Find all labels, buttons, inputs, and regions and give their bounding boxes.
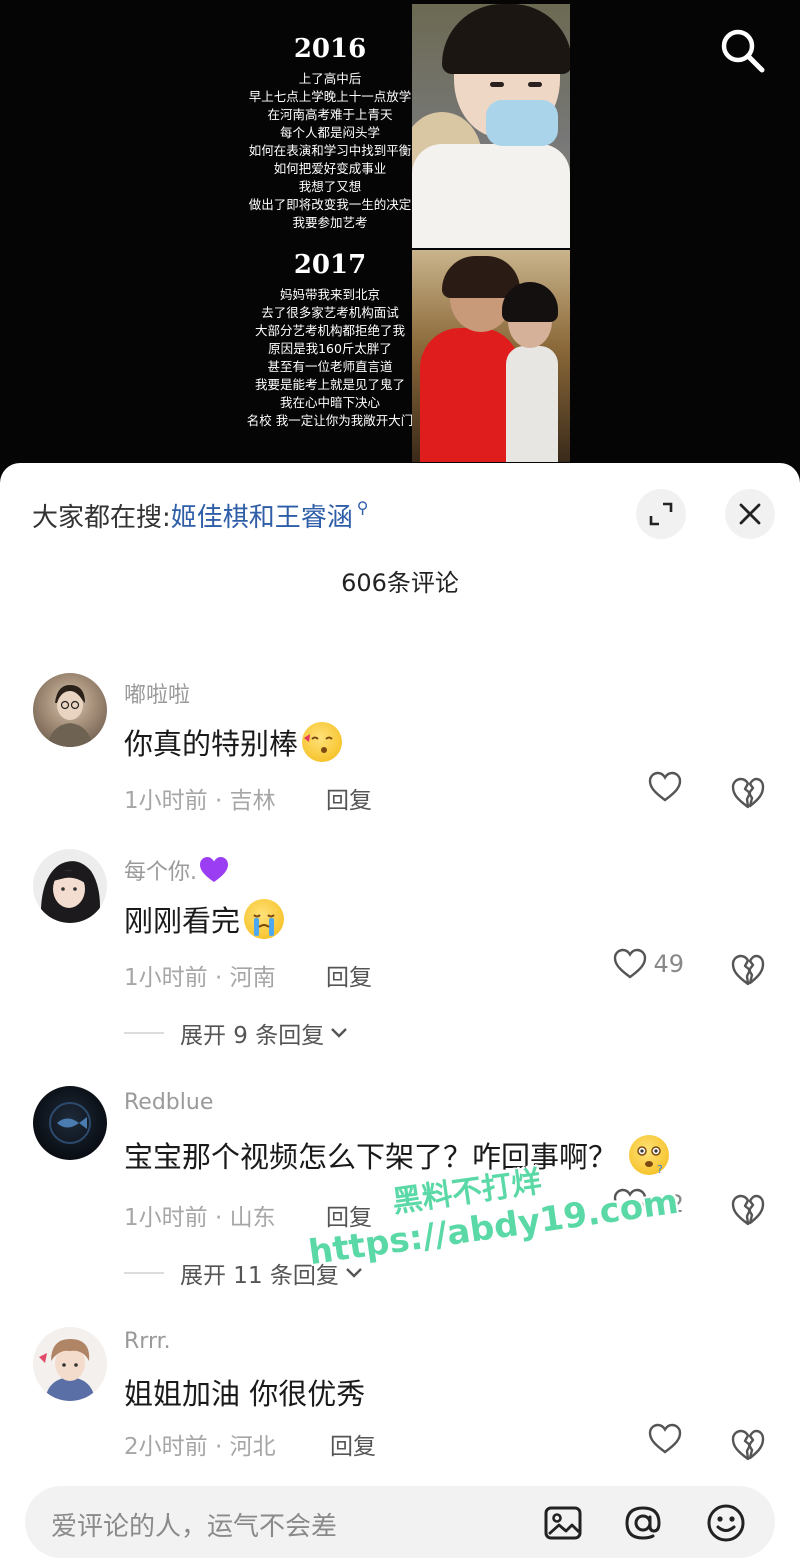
comment-author-wrap: 每个你.	[124, 854, 229, 886]
video-player[interactable]: 2016 上了高中后 早上七点上学晚上十一点放学 在河南高考难于上青天 每个人都…	[0, 0, 800, 480]
avatar[interactable]	[33, 1327, 107, 1401]
like-button[interactable]: 72	[613, 1188, 684, 1220]
photo-masked-girl	[412, 4, 570, 248]
like-button[interactable]	[648, 771, 682, 803]
expand-replies-button[interactable]: 展开 11 条回复	[124, 1256, 363, 1290]
hot-search-bar: 大家都在搜: 姬佳棋和王睿涵 ⚲	[32, 497, 369, 534]
mention-icon[interactable]	[623, 1503, 663, 1543]
comment-text: 宝宝那个视频怎么下架了？咋回事啊？ ?	[124, 1134, 670, 1176]
small-search-icon: ⚲	[356, 498, 369, 517]
comment-input[interactable]: 爱评论的人，运气不会差	[25, 1486, 775, 1558]
comment-time-location: 1小时前 · 河南	[124, 965, 276, 991]
broken-heart-icon[interactable]	[730, 1192, 766, 1228]
divider	[124, 1272, 164, 1274]
expand-icon	[649, 502, 673, 526]
heart-icon	[648, 1423, 682, 1454]
confused-emoji-icon: ?	[629, 1135, 670, 1176]
search-icon[interactable]	[718, 26, 766, 74]
svg-text:?: ?	[657, 1163, 663, 1175]
emoji-icon[interactable]	[706, 1503, 746, 1543]
close-icon	[739, 503, 761, 525]
reply-button[interactable]: 回复	[326, 1198, 372, 1232]
comment-author[interactable]: Redblue	[124, 1090, 213, 1115]
like-count: 49	[653, 950, 684, 978]
purple-heart-icon	[200, 857, 228, 882]
crying-emoji-icon	[244, 899, 285, 939]
comment-author[interactable]: Rrrr.	[124, 1329, 171, 1354]
photo-mother-daughter	[412, 250, 570, 462]
comment-count: 606条评论	[341, 569, 459, 597]
image-icon[interactable]	[543, 1503, 583, 1543]
comment-body: 你真的特别棒	[124, 727, 299, 761]
chevron-down-icon	[331, 1028, 348, 1038]
comment-time-location: 2小时前 · 河北	[124, 1434, 276, 1460]
reply-button[interactable]: 回复	[330, 1427, 376, 1461]
hot-search-prefix: 大家都在搜:	[32, 503, 171, 533]
divider	[124, 1032, 164, 1034]
expand-panel-button[interactable]	[636, 489, 686, 539]
comment-author[interactable]: 每个你.	[124, 854, 197, 886]
expand-replies-label: 展开 11 条回复	[180, 1263, 339, 1289]
expand-replies-button[interactable]: 展开 9 条回复	[124, 1016, 348, 1050]
comment-text: 你真的特别棒	[124, 721, 343, 763]
comment-panel: 大家都在搜: 姬佳棋和王睿涵 ⚲ 606条评论 嘟啦啦 你真的特别棒 1小时前 …	[0, 463, 800, 1558]
kiss-emoji-icon	[302, 722, 343, 762]
like-button[interactable]: 49	[613, 948, 684, 980]
broken-heart-icon[interactable]	[730, 775, 766, 811]
expand-replies-label: 展开 9 条回复	[180, 1023, 325, 1049]
comment-text: 姐姐加油 你很优秀	[124, 1371, 365, 1413]
heart-icon	[648, 771, 682, 802]
reply-button[interactable]: 回复	[326, 781, 372, 815]
close-panel-button[interactable]	[725, 489, 775, 539]
comment-text: 刚刚看完	[124, 898, 285, 940]
avatar[interactable]	[33, 849, 107, 923]
broken-heart-icon[interactable]	[730, 952, 766, 988]
heart-icon	[614, 1188, 647, 1219]
broken-heart-icon[interactable]	[730, 1427, 766, 1463]
comment-body: 宝宝那个视频怎么下架了？咋回事啊？	[124, 1140, 618, 1174]
reply-button[interactable]: 回复	[326, 958, 372, 992]
avatar[interactable]	[33, 673, 107, 747]
chevron-down-icon	[346, 1268, 362, 1278]
avatar[interactable]	[33, 1086, 107, 1160]
like-button[interactable]	[648, 1423, 682, 1455]
like-count: 72	[653, 1190, 684, 1218]
comment-time-location: 1小时前 · 山东	[124, 1205, 276, 1231]
comment-body: 姐姐加油 你很优秀	[124, 1377, 366, 1411]
comment-author[interactable]: 嘟啦啦	[124, 677, 190, 709]
hot-search-link[interactable]: 姬佳棋和王睿涵	[171, 497, 353, 534]
heart-icon	[614, 948, 647, 979]
comment-input-placeholder: 爱评论的人，运气不会差	[51, 1512, 338, 1542]
comment-time-location: 1小时前 · 吉林	[124, 788, 276, 814]
comment-body: 刚刚看完	[124, 904, 241, 938]
